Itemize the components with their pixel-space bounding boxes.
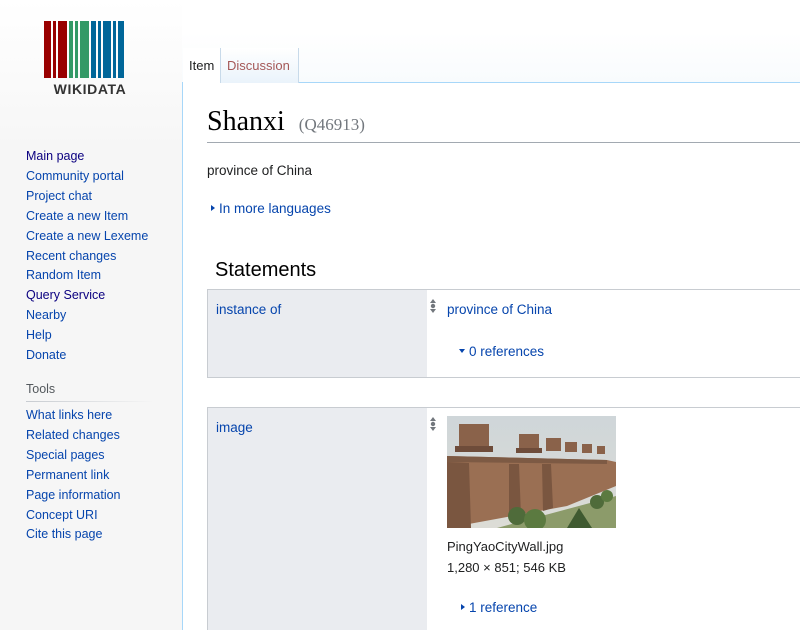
- tab-discussion[interactable]: Discussion: [221, 48, 299, 83]
- tools-item-concept-uri[interactable]: Concept URI: [26, 506, 121, 526]
- logo-wordmark: WIKIDATA: [53, 81, 127, 97]
- in-more-languages-toggle[interactable]: In more languages: [211, 201, 331, 216]
- in-more-languages-label: In more languages: [219, 201, 331, 216]
- tools-item-permanent-link[interactable]: Permanent link: [26, 466, 121, 486]
- sidebar-item-create-lexeme[interactable]: Create a new Lexeme: [26, 227, 148, 247]
- sidebar-item-help[interactable]: Help: [26, 326, 148, 346]
- tools-divider: [26, 401, 154, 402]
- tools-item-page-information[interactable]: Page information: [26, 486, 121, 506]
- city-wall-thumbnail[interactable]: [447, 416, 616, 528]
- tools-heading[interactable]: Tools: [26, 382, 55, 396]
- sidebar-item-query-service[interactable]: Query Service: [26, 286, 148, 306]
- rank-selector-icon[interactable]: [429, 298, 437, 314]
- references-toggle[interactable]: 0 references: [459, 344, 544, 359]
- references-toggle[interactable]: 1 reference: [461, 600, 537, 615]
- caret-right-icon: [211, 205, 215, 212]
- tools-navigation: What links here Related changes Special …: [26, 406, 121, 545]
- sidebar-item-recent-changes[interactable]: Recent changes: [26, 247, 148, 267]
- tools-item-cite-this-page[interactable]: Cite this page: [26, 525, 121, 545]
- sidebar-navigation: Main page Community portal Project chat …: [26, 147, 148, 366]
- logo-bar: [98, 21, 101, 78]
- page-heading: Shanxi (Q46913): [207, 106, 800, 143]
- statement-group-instance-of: instance of province of China 0 referenc…: [207, 289, 800, 378]
- sidebar-item-main-page[interactable]: Main page: [26, 147, 148, 167]
- sidebar-item-donate[interactable]: Donate: [26, 346, 148, 366]
- sidebar-item-nearby[interactable]: Nearby: [26, 306, 148, 326]
- image-file-link[interactable]: PingYaoCityWall.jpg: [447, 539, 563, 554]
- wikidata-logo[interactable]: WIKIDATA: [42, 21, 138, 101]
- logo-bar: [103, 21, 111, 78]
- item-id: (Q46913): [298, 115, 365, 134]
- image-file-info: 1,280 × 851; 546 KB: [447, 560, 566, 575]
- statement-group-image: image PingYaoCityWall.jpg 1,280 × 851; 5…: [207, 407, 800, 630]
- tools-item-special-pages[interactable]: Special pages: [26, 446, 121, 466]
- tools-item-related-changes[interactable]: Related changes: [26, 426, 121, 446]
- logo-bar: [113, 21, 116, 78]
- sidebar-item-community-portal[interactable]: Community portal: [26, 167, 148, 187]
- sidebar-item-random-item[interactable]: Random Item: [26, 266, 148, 286]
- page-title: Shanxi: [207, 106, 285, 137]
- logo-barcode: [44, 21, 136, 78]
- caret-down-icon: [459, 349, 465, 354]
- property-link-instance-of[interactable]: instance of: [216, 302, 281, 317]
- references-label: 0 references: [469, 344, 545, 359]
- tools-item-what-links-here[interactable]: What links here: [26, 406, 121, 426]
- property-link-image[interactable]: image: [216, 420, 253, 435]
- item-description: province of China: [207, 163, 313, 178]
- logo-bar: [118, 21, 124, 78]
- logo-bar: [53, 21, 56, 78]
- logo-bar: [80, 21, 89, 78]
- logo-bar: [91, 21, 96, 78]
- statements-heading: Statements: [215, 259, 317, 281]
- rank-selector-icon[interactable]: [429, 416, 437, 432]
- statement-value-link[interactable]: province of China: [447, 302, 552, 317]
- tab-item[interactable]: Item: [183, 48, 221, 83]
- logo-bar: [58, 21, 67, 78]
- sidebar-item-project-chat[interactable]: Project chat: [26, 187, 148, 207]
- logo-bar: [75, 21, 78, 78]
- logo-bar: [44, 21, 51, 78]
- logo-bar: [69, 21, 73, 78]
- property-cell: [208, 408, 427, 630]
- sidebar-item-create-item[interactable]: Create a new Item: [26, 207, 148, 227]
- caret-right-icon: [461, 604, 465, 611]
- references-label: 1 reference: [469, 600, 538, 615]
